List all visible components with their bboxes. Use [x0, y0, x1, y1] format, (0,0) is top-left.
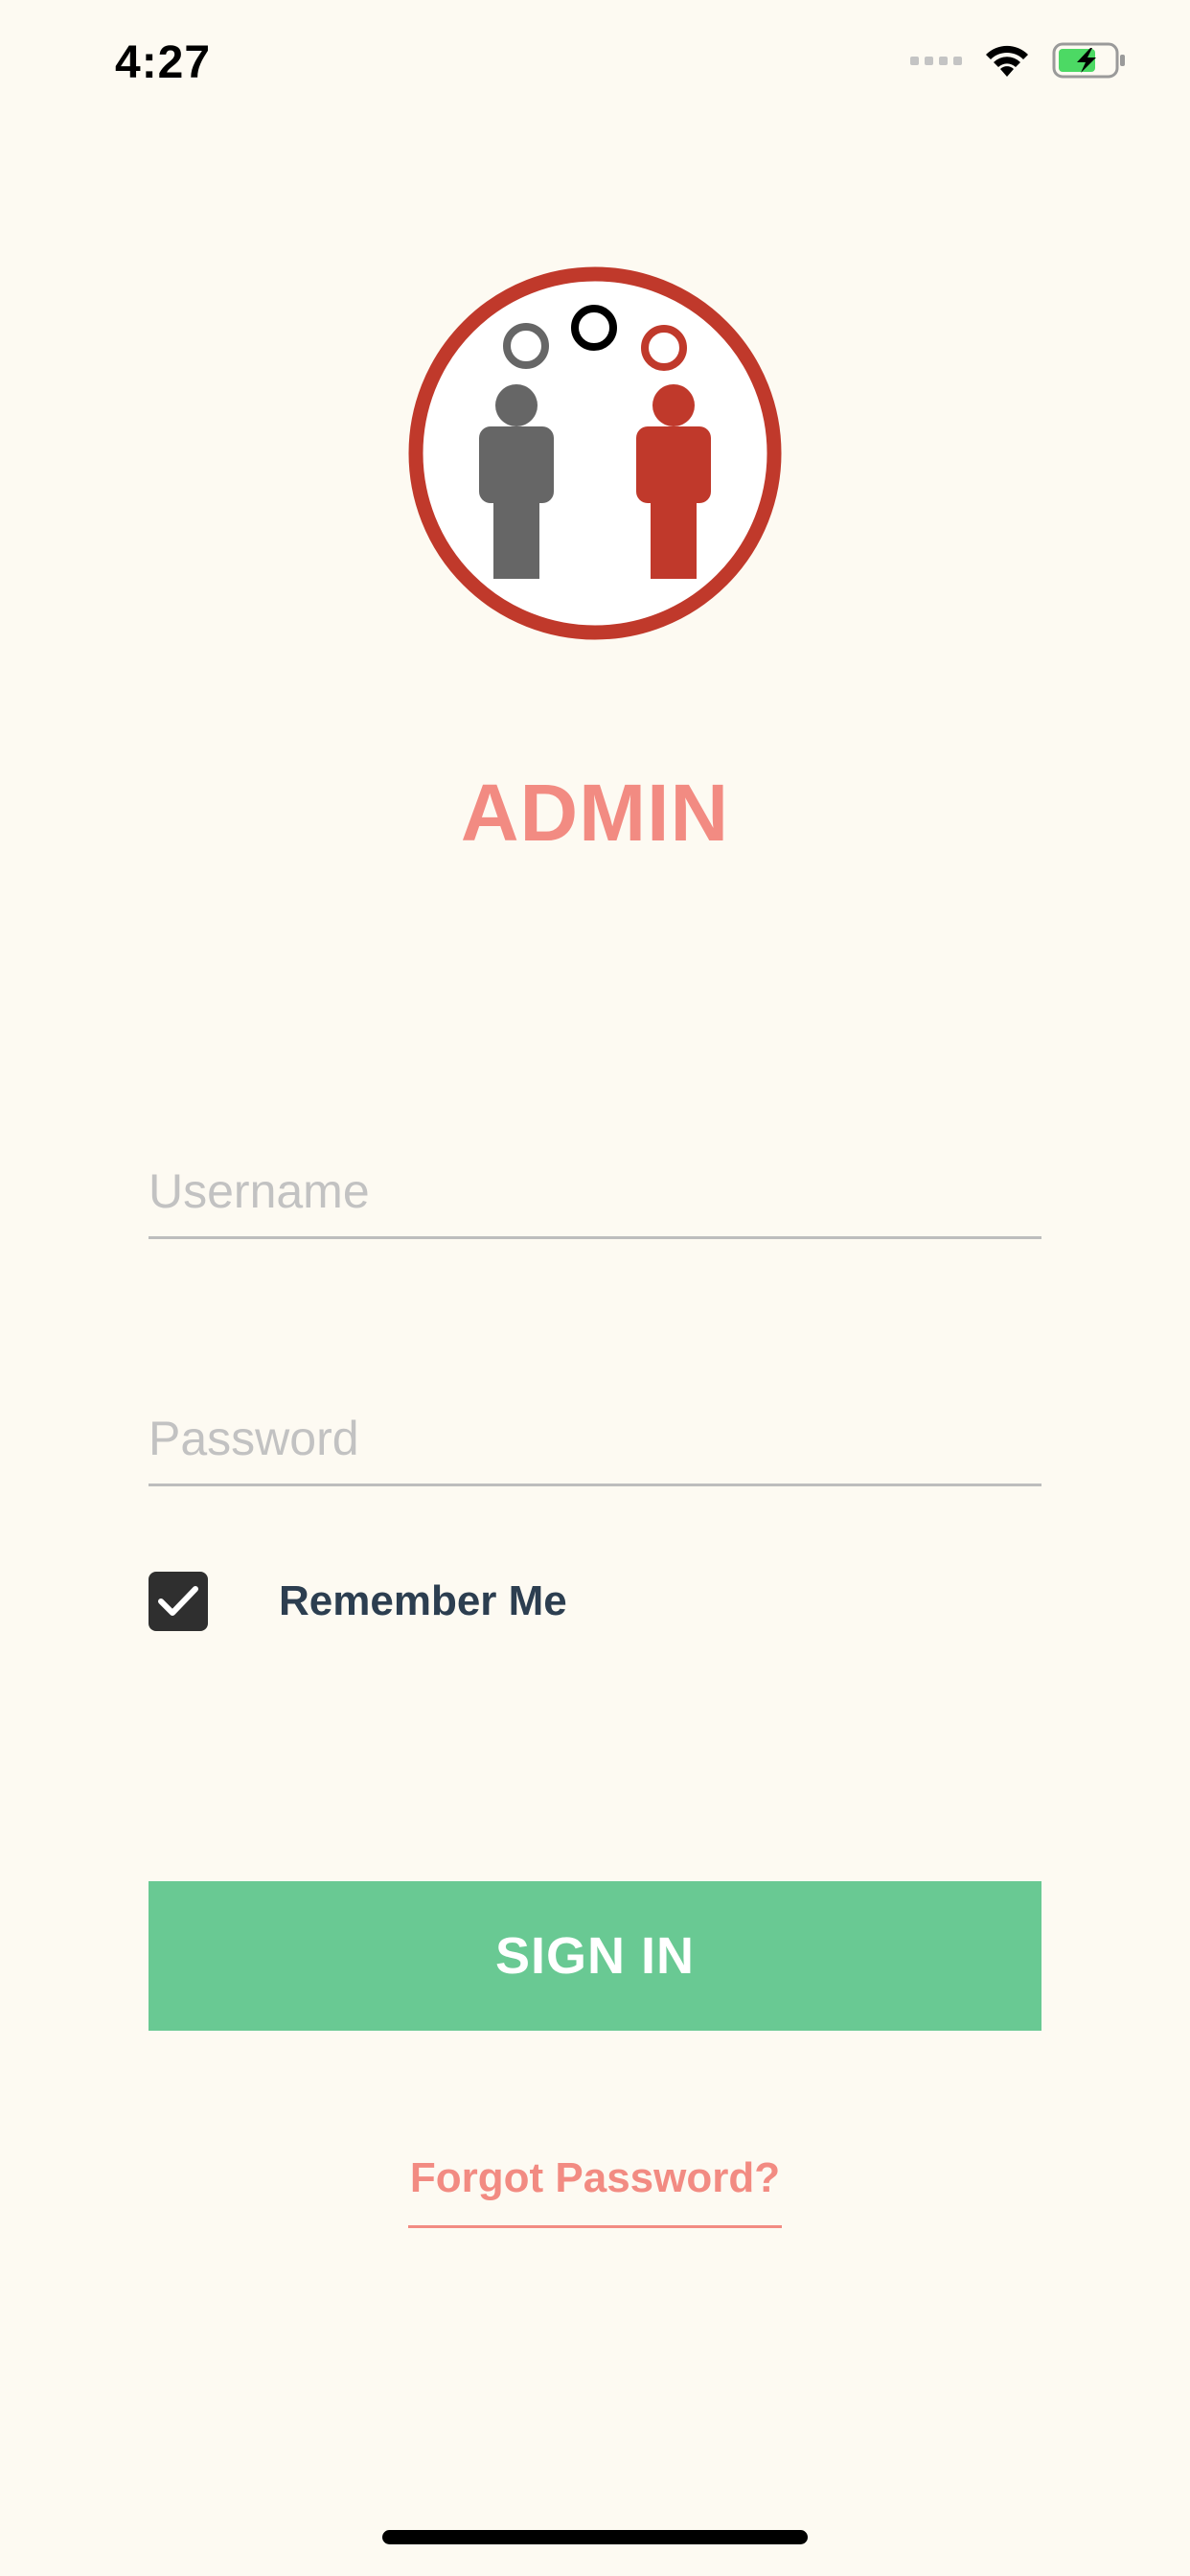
sign-in-button[interactable]: SIGN IN [149, 1881, 1041, 2031]
page-title: ADMIN [460, 768, 730, 858]
cellular-signal-icon [910, 56, 962, 65]
wifi-icon [986, 45, 1028, 77]
status-time: 4:27 [115, 37, 212, 88]
login-screen: 4:27 ADMIN Username Remember Me SIGN IN … [0, 0, 1190, 2576]
forgot-password-link[interactable]: Forgot Password? [408, 2154, 782, 2228]
remember-me-label: Remember Me [279, 1577, 567, 1624]
two-people-logo-icon [408, 266, 782, 640]
password-input[interactable] [149, 1411, 1041, 1466]
username-field [149, 1131, 1041, 1239]
battery-charging-icon [1052, 42, 1125, 79]
remember-me-checkbox[interactable] [149, 1572, 208, 1631]
remember-me-row[interactable]: Remember Me [149, 1572, 567, 1631]
username-input[interactable] [149, 1163, 1041, 1219]
checkmark-icon [158, 1586, 198, 1616]
password-field [149, 1378, 1041, 1486]
status-icons [910, 42, 1127, 79]
home-indicator[interactable] [382, 2530, 808, 2544]
